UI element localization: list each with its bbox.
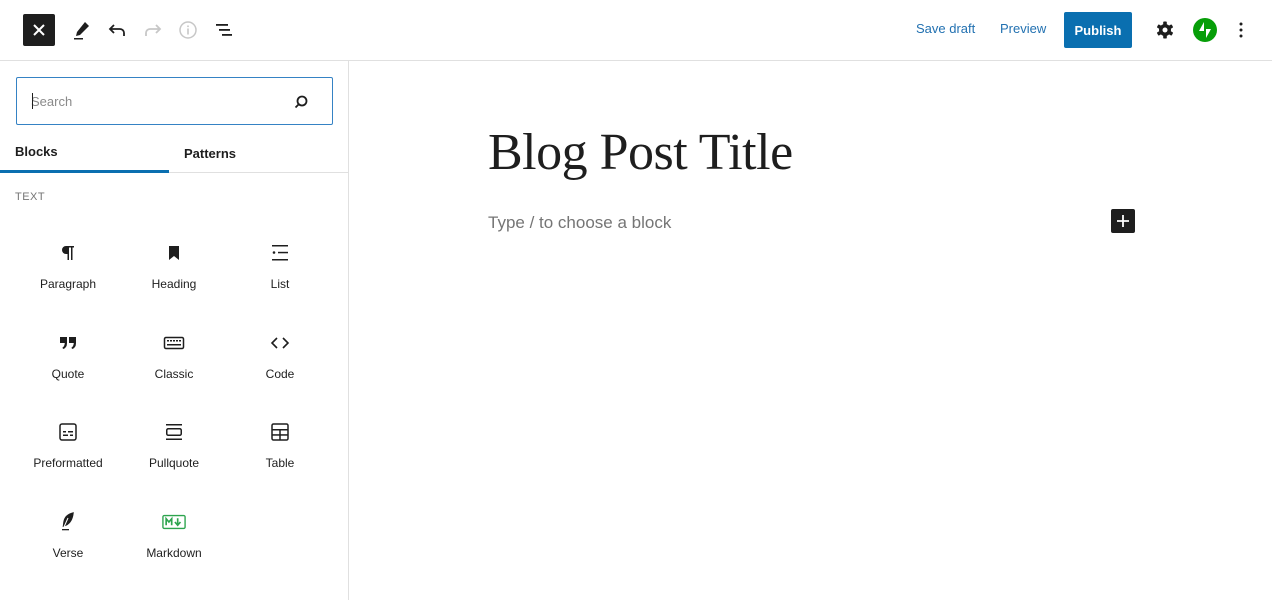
block-inserter-panel: Blocks Patterns TEXT Paragraph Heading L… [0,61,349,600]
details-button[interactable] [172,14,204,46]
edit-icon [74,22,89,40]
block-label: Pullquote [148,456,200,470]
feather-icon [56,510,80,534]
text-caret [32,93,33,109]
redo-icon [145,24,162,36]
keyboard-icon [162,331,186,355]
search-field[interactable] [16,77,333,125]
block-label: Classic [154,367,194,381]
more-vertical-icon [1239,22,1243,38]
block-label: Table [265,456,295,470]
block-code[interactable]: Code [227,319,333,399]
paragraph-icon [56,241,80,265]
block-label: Paragraph [39,277,97,291]
add-block-button[interactable] [1111,209,1135,233]
block-list[interactable]: List [227,229,333,309]
info-icon [179,21,197,39]
bookmark-icon [162,241,186,265]
preformatted-icon [56,420,80,444]
options-button[interactable] [1225,14,1257,46]
quote-icon [56,331,80,355]
block-pullquote[interactable]: Pullquote [121,408,227,488]
table-icon [268,420,292,444]
block-table[interactable]: Table [227,408,333,488]
block-appender-placeholder[interactable]: Type / to choose a block [488,213,671,233]
block-paragraph[interactable]: Paragraph [15,229,121,309]
inserter-tabs: Blocks Patterns [0,133,348,173]
publish-button[interactable]: Publish [1064,12,1132,48]
block-label: Quote [51,367,85,381]
jetpack-button[interactable] [1189,14,1221,46]
block-label: Preformatted [33,456,103,470]
block-label: List [270,277,290,291]
gear-icon [1157,21,1173,39]
block-label: Markdown [146,546,202,560]
block-verse[interactable]: Verse [15,498,121,578]
save-draft-button[interactable]: Save draft [916,21,975,36]
block-label: Verse [52,546,84,560]
code-icon [268,331,292,355]
close-button[interactable] [23,14,55,46]
tools-button[interactable] [65,14,97,46]
redo-button[interactable] [137,14,169,46]
pullquote-icon [162,420,186,444]
block-label: Heading [151,277,197,291]
search-input[interactable] [31,90,281,112]
post-title[interactable]: Blog Post Title [488,123,793,182]
tab-patterns[interactable]: Patterns [169,133,348,173]
preview-button[interactable]: Preview [1000,21,1046,36]
undo-icon [108,24,125,36]
editor-canvas: Blog Post Title Type / to choose a block [349,61,1272,600]
block-label: Code [265,367,295,381]
jetpack-icon [1193,18,1217,42]
settings-button[interactable] [1149,14,1181,46]
block-classic[interactable]: Classic [121,319,227,399]
block-markdown[interactable]: Markdown [121,498,227,578]
editor-header: Save draft Preview Publish [0,0,1272,61]
block-preformatted[interactable]: Preformatted [15,408,121,488]
list-icon [268,241,292,265]
search-icon[interactable] [292,93,310,111]
undo-button[interactable] [101,14,133,46]
tab-blocks[interactable]: Blocks [0,133,169,173]
list-view-icon [216,24,232,36]
close-icon [33,24,45,36]
markdown-icon [162,510,186,534]
block-heading[interactable]: Heading [121,229,227,309]
block-quote[interactable]: Quote [15,319,121,399]
list-view-button[interactable] [208,14,240,46]
plus-icon [1117,215,1129,227]
section-heading-text: TEXT [15,191,46,203]
